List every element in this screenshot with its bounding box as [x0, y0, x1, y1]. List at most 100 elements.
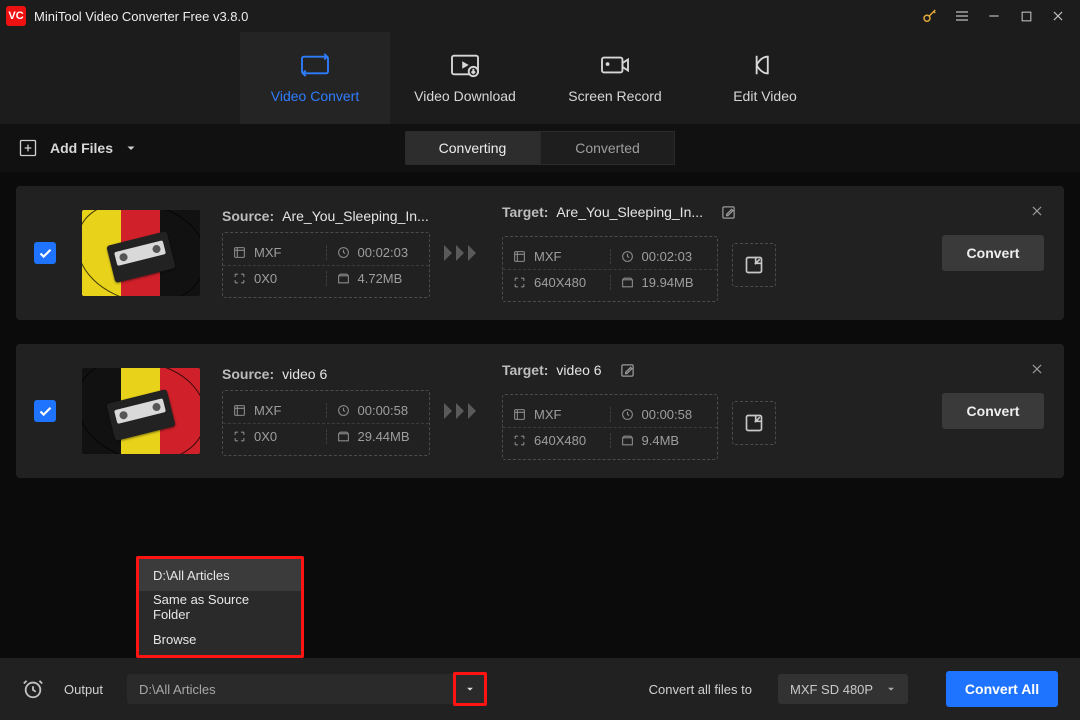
- tab-video-convert[interactable]: Video Convert: [240, 32, 390, 124]
- meta-size: 9.4MB: [642, 433, 680, 448]
- bottom-bar: Output D:\All Articles Convert all files…: [0, 658, 1080, 720]
- meta-size: 19.94MB: [642, 275, 694, 290]
- arrow-icon: [444, 400, 488, 422]
- meta-format: MXF: [534, 249, 561, 264]
- meta-resolution: 0X0: [254, 429, 277, 444]
- file-list: Source: Are_You_Sleeping_In... MXF 00:02…: [0, 172, 1080, 478]
- video-thumbnail: [82, 368, 200, 454]
- tab-edit-video[interactable]: Edit Video: [690, 32, 840, 124]
- toolbar: Add Files Converting Converted: [0, 124, 1080, 172]
- source-metadata: MXF 00:00:58 0X0 29.44MB: [222, 390, 430, 456]
- meta-resolution: 640X480: [534, 433, 586, 448]
- chevron-down-icon: [886, 684, 896, 694]
- filesize-icon: [337, 430, 350, 443]
- meta-format: MXF: [254, 245, 281, 260]
- output-menu-browse[interactable]: Browse: [139, 623, 301, 655]
- output-menu-recent[interactable]: D:\All Articles: [139, 559, 301, 591]
- meta-size: 29.44MB: [358, 429, 410, 444]
- add-files-label: Add Files: [50, 140, 113, 156]
- tab-label: Video Download: [414, 88, 516, 104]
- convert-button[interactable]: Convert: [942, 393, 1044, 429]
- output-menu-same-as-source[interactable]: Same as Source Folder: [139, 591, 301, 623]
- main-tabs: Video Convert Video Download Screen Reco…: [0, 32, 1080, 124]
- app-logo: VC: [6, 6, 26, 26]
- add-file-icon: [18, 138, 38, 158]
- clock-icon: [621, 408, 634, 421]
- window-maximize-icon[interactable]: [1010, 0, 1042, 32]
- remove-item-icon[interactable]: [1030, 362, 1044, 376]
- convert-all-to-label: Convert all files to: [649, 682, 752, 697]
- format-icon: [513, 250, 526, 263]
- window-close-icon[interactable]: [1042, 0, 1074, 32]
- source-block: Source: video 6 MXF 00:00:58 0X0 29.44MB: [222, 366, 430, 456]
- tab-label: Screen Record: [568, 88, 661, 104]
- meta-resolution: 640X480: [534, 275, 586, 290]
- titlebar: VC MiniTool Video Converter Free v3.8.0: [0, 0, 1080, 32]
- output-format-select[interactable]: MXF SD 480P: [778, 674, 908, 704]
- output-path-field[interactable]: D:\All Articles: [127, 674, 487, 704]
- file-card: Source: Are_You_Sleeping_In... MXF 00:02…: [16, 186, 1064, 320]
- convert-all-button[interactable]: Convert All: [946, 671, 1058, 707]
- source-block: Source: Are_You_Sleeping_In... MXF 00:02…: [222, 208, 430, 298]
- chevron-down-icon: [125, 142, 137, 154]
- meta-format: MXF: [534, 407, 561, 422]
- schedule-icon[interactable]: [22, 678, 44, 700]
- tab-label: Video Convert: [271, 88, 359, 104]
- target-settings-button[interactable]: [732, 243, 776, 287]
- format-icon: [513, 408, 526, 421]
- meta-format: MXF: [254, 403, 281, 418]
- convert-button[interactable]: Convert: [942, 235, 1044, 271]
- source-label: Source:: [222, 366, 274, 382]
- format-icon: [233, 404, 246, 417]
- menu-icon[interactable]: [946, 0, 978, 32]
- target-filename: Are_You_Sleeping_In...: [556, 204, 703, 220]
- remove-item-icon[interactable]: [1030, 204, 1044, 218]
- meta-size: 4.72MB: [358, 271, 403, 286]
- file-checkbox[interactable]: [34, 400, 56, 422]
- resolution-icon: [513, 276, 526, 289]
- output-path-menu: D:\All Articles Same as Source Folder Br…: [136, 556, 304, 658]
- edit-target-icon[interactable]: [620, 363, 635, 378]
- conversion-state-tabs: Converting Converted: [405, 131, 675, 165]
- tab-screen-record[interactable]: Screen Record: [540, 32, 690, 124]
- target-settings-button[interactable]: [732, 401, 776, 445]
- meta-duration: 00:02:03: [642, 249, 693, 264]
- filesize-icon: [337, 272, 350, 285]
- target-block: Target: Are_You_Sleeping_In... MXF 00:02…: [502, 204, 776, 302]
- source-label: Source:: [222, 208, 274, 224]
- clock-icon: [337, 404, 350, 417]
- source-metadata: MXF 00:02:03 0X0 4.72MB: [222, 232, 430, 298]
- meta-duration: 00:00:58: [642, 407, 693, 422]
- target-block: Target: video 6 MXF 00:00:58 640X480 9.4…: [502, 362, 776, 460]
- filesize-icon: [621, 434, 634, 447]
- video-thumbnail: [82, 210, 200, 296]
- target-filename: video 6: [556, 362, 601, 378]
- clock-icon: [337, 246, 350, 259]
- window-minimize-icon[interactable]: [978, 0, 1010, 32]
- resolution-icon: [233, 272, 246, 285]
- output-format-value: MXF SD 480P: [790, 682, 873, 697]
- tab-converted[interactable]: Converted: [540, 131, 675, 165]
- tab-video-download[interactable]: Video Download: [390, 32, 540, 124]
- resolution-icon: [233, 430, 246, 443]
- output-label: Output: [64, 682, 103, 697]
- edit-target-icon[interactable]: [721, 205, 736, 220]
- file-checkbox[interactable]: [34, 242, 56, 264]
- target-label: Target:: [502, 362, 548, 378]
- output-path-value: D:\All Articles: [139, 682, 216, 697]
- target-metadata: MXF 00:00:58 640X480 9.4MB: [502, 394, 718, 460]
- add-files-button[interactable]: Add Files: [18, 138, 137, 158]
- resolution-icon: [513, 434, 526, 447]
- output-path-dropdown-button[interactable]: [453, 672, 487, 706]
- tab-converting[interactable]: Converting: [405, 131, 540, 165]
- upgrade-key-icon[interactable]: [914, 0, 946, 32]
- target-label: Target:: [502, 204, 548, 220]
- meta-duration: 00:00:58: [358, 403, 409, 418]
- file-card: Source: video 6 MXF 00:00:58 0X0 29.44MB…: [16, 344, 1064, 478]
- source-filename: video 6: [282, 366, 327, 382]
- meta-duration: 00:02:03: [358, 245, 409, 260]
- app-title: MiniTool Video Converter Free v3.8.0: [34, 9, 248, 24]
- meta-resolution: 0X0: [254, 271, 277, 286]
- tab-label: Edit Video: [733, 88, 797, 104]
- filesize-icon: [621, 276, 634, 289]
